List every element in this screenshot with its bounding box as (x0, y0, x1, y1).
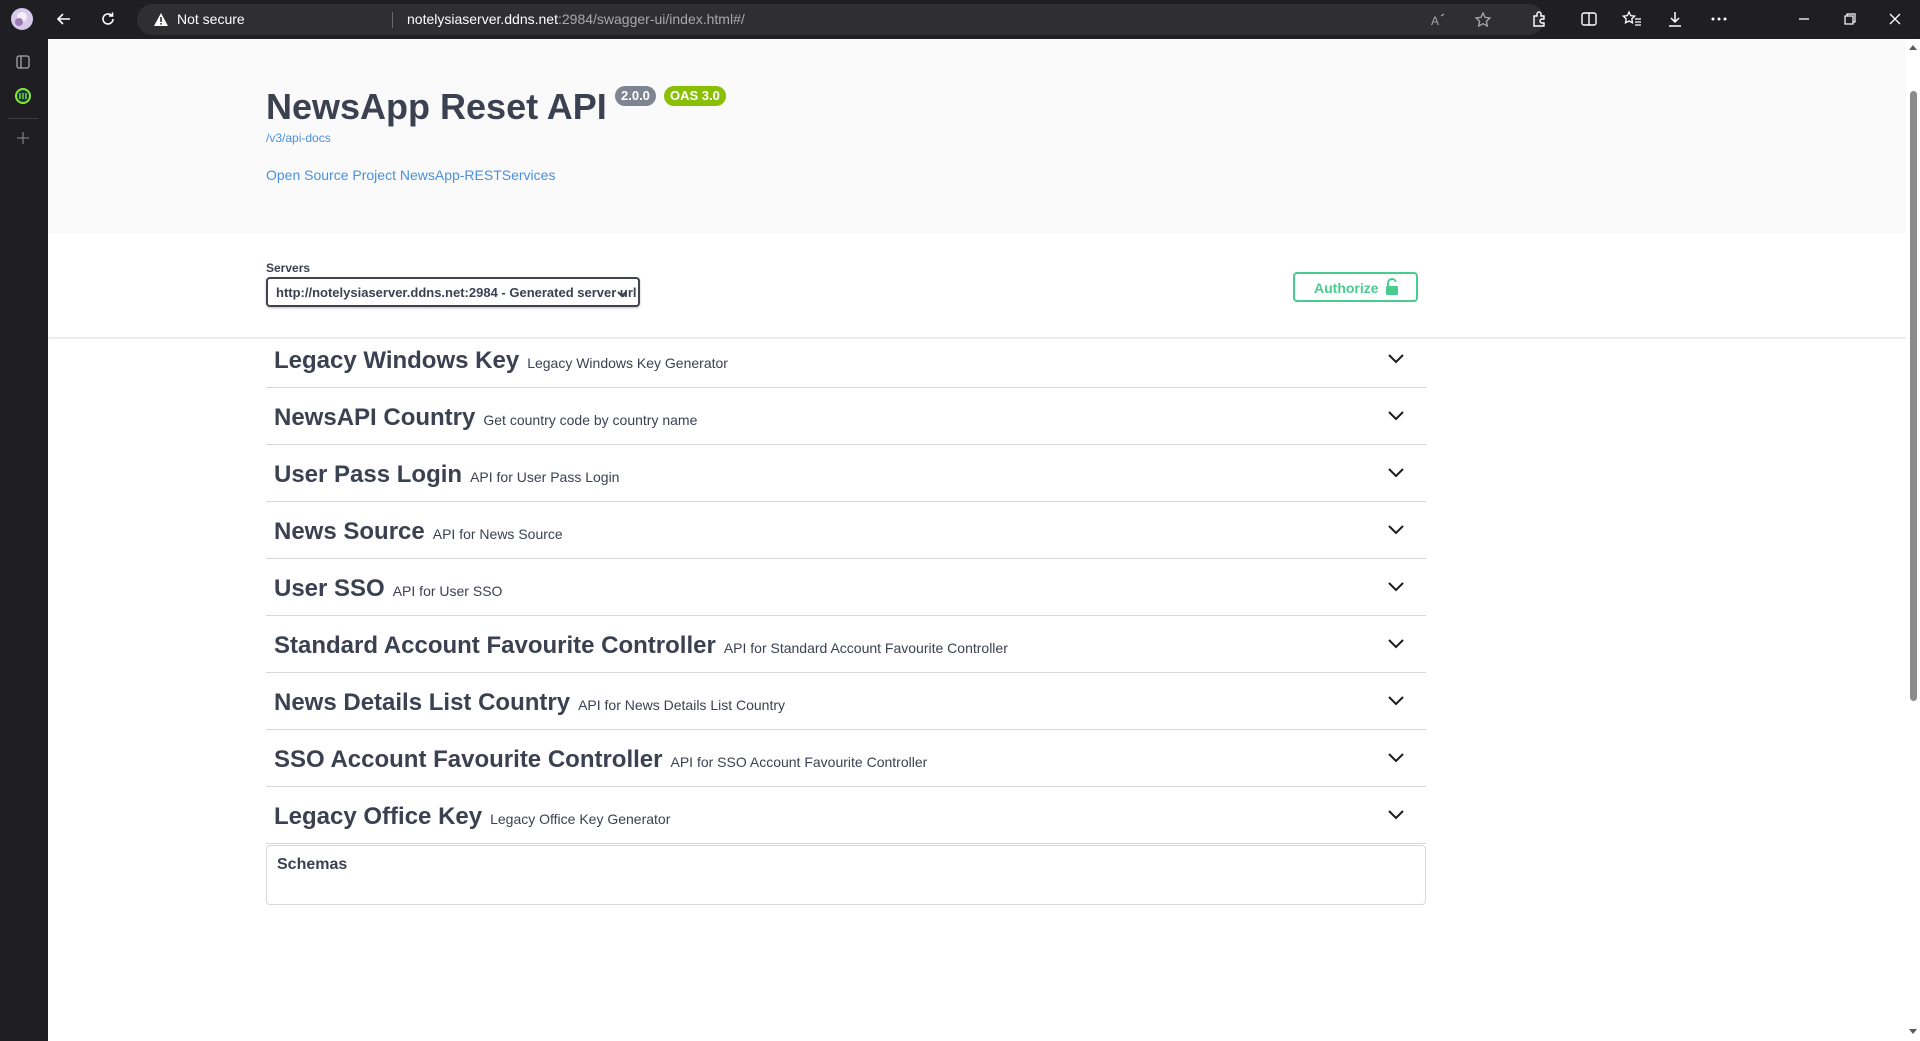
tag-name: Legacy Windows Key (274, 347, 520, 374)
server-select[interactable]: http://notelysiaserver.ddns.net:2984 - G… (266, 277, 640, 307)
expand-chevron-icon[interactable] (1386, 408, 1406, 427)
tag-name: User Pass Login (274, 461, 463, 488)
tag-description: API for User Pass Login (470, 469, 620, 485)
tag-section[interactable]: Legacy Windows Key Legacy Windows Key Gen… (266, 331, 1426, 388)
scroll-down-arrow-icon[interactable] (1909, 1029, 1917, 1034)
restore-icon[interactable] (1835, 4, 1865, 34)
authorize-label: Authorize (1314, 280, 1379, 296)
tag-title: Standard Account Favourite Controller API… (274, 632, 1008, 660)
tag-title: Legacy Windows Key Legacy Windows Key Gen… (274, 347, 728, 375)
api-docs-link[interactable]: /v3/api-docs (266, 131, 331, 145)
scrollbar-thumb[interactable] (1910, 91, 1917, 701)
tag-section[interactable]: News Details List Country API for News De… (266, 673, 1426, 730)
browser-toolbar: Not secure notelysiaserver.ddns.net:2984… (0, 0, 1920, 39)
sidebar-rail (0, 39, 48, 1041)
rail-divider (8, 118, 38, 119)
tag-description: API for News Source (432, 526, 563, 542)
tag-title: SSO Account Favourite Controller API for … (274, 746, 927, 774)
address-divider (392, 12, 393, 28)
downloads-icon[interactable] (1660, 4, 1690, 34)
tag-name: SSO Account Favourite Controller (274, 746, 663, 773)
tab-actions-icon[interactable] (10, 49, 36, 75)
scrollbar[interactable] (1906, 39, 1920, 1041)
expand-chevron-icon[interactable] (1386, 465, 1406, 484)
tag-title: Legacy Office Key Legacy Office Key Gener… (274, 803, 670, 831)
oas-badge: OAS 3.0 (664, 86, 726, 106)
url-path: :2984/swagger-ui/index.html#/ (557, 11, 745, 27)
tag-description: Legacy Windows Key Generator (527, 355, 728, 371)
new-tab-plus-icon[interactable] (10, 125, 36, 151)
warning-icon (153, 12, 169, 32)
tag-title: News Details List Country API for News De… (274, 689, 785, 717)
tag-name: News Details List Country (274, 689, 571, 716)
server-select-value: http://notelysiaserver.ddns.net:2984 - G… (276, 285, 637, 300)
back-arrow-icon[interactable] (49, 4, 79, 34)
scheme-container: Servers http://notelysiaserver.ddns.net:… (48, 233, 1906, 337)
tag-description: Legacy Office Key Generator (490, 811, 671, 827)
tag-name: News Source (274, 518, 425, 545)
expand-chevron-icon[interactable] (1386, 750, 1406, 769)
favorite-star-icon[interactable] (1472, 9, 1494, 31)
page-viewport: NewsApp Reset API 2.0.0 OAS 3.0 /v3/api-… (48, 39, 1920, 1041)
tag-name: NewsAPI Country (274, 404, 476, 431)
extensions-icon[interactable] (1524, 4, 1554, 34)
tag-description: API for User SSO (392, 583, 503, 599)
scroll-up-arrow-icon[interactable] (1909, 45, 1917, 50)
url-host: notelysiaserver.ddns.net (407, 11, 558, 27)
favorites-icon[interactable] (1617, 4, 1647, 34)
tag-section[interactable]: Standard Account Favourite Controller API… (266, 616, 1426, 673)
tag-description: Get country code by country name (483, 412, 698, 428)
chevron-down-icon (616, 287, 628, 305)
tag-description: API for Standard Account Favourite Contr… (723, 640, 1008, 656)
info-section: NewsApp Reset API 2.0.0 OAS 3.0 /v3/api-… (48, 39, 1906, 233)
version-badge: 2.0.0 (615, 86, 656, 106)
expand-chevron-icon[interactable] (1386, 807, 1406, 826)
tag-section[interactable]: Legacy Office Key Legacy Office Key Gener… (266, 787, 1426, 844)
refresh-icon[interactable] (93, 4, 123, 34)
expand-chevron-icon[interactable] (1386, 693, 1406, 712)
url-text[interactable]: notelysiaserver.ddns.net:2984/swagger-ui… (407, 11, 745, 27)
tag-description: API for News Details List Country (578, 697, 786, 713)
tag-title: NewsAPI Country Get country code by count… (274, 404, 697, 432)
tag-section[interactable]: NewsAPI Country Get country code by count… (266, 388, 1426, 445)
close-icon[interactable] (1880, 4, 1910, 34)
tag-section[interactable]: User Pass Login API for User Pass Login (266, 445, 1426, 502)
schemas-title: Schemas (277, 856, 348, 873)
tag-name: Standard Account Favourite Controller (274, 632, 716, 659)
profile-avatar[interactable] (7, 4, 37, 34)
project-link[interactable]: Open Source Project NewsApp-RESTServices (266, 167, 555, 183)
minimize-icon[interactable] (1789, 4, 1819, 34)
read-aloud-icon[interactable]: A (1427, 9, 1449, 31)
split-screen-icon[interactable] (1574, 4, 1604, 34)
expand-chevron-icon[interactable] (1386, 579, 1406, 598)
tag-name: User SSO (274, 575, 385, 602)
page-title: NewsApp Reset API (266, 86, 607, 127)
schemas-section[interactable]: Schemas (266, 845, 1426, 905)
authorize-button[interactable]: Authorize (1293, 272, 1418, 302)
tag-description: API for SSO Account Favourite Controller (670, 754, 928, 770)
unlocked-lock-icon (1385, 278, 1399, 301)
address-bar[interactable]: Not secure notelysiaserver.ddns.net:2984… (137, 4, 1544, 35)
tag-title: News Source API for News Source (274, 518, 563, 546)
tab-favicon-icon[interactable] (10, 83, 36, 109)
security-status-text[interactable]: Not secure (177, 11, 245, 27)
servers-label: Servers (266, 261, 311, 275)
expand-chevron-icon[interactable] (1386, 636, 1406, 655)
tag-section[interactable]: News Source API for News Source (266, 502, 1426, 559)
svg-text:A: A (1431, 14, 1439, 28)
expand-chevron-icon[interactable] (1386, 522, 1406, 541)
tag-section[interactable]: SSO Account Favourite Controller API for … (266, 730, 1426, 787)
tag-name: Legacy Office Key (274, 803, 483, 830)
tag-section[interactable]: User SSO API for User SSO (266, 559, 1426, 616)
expand-chevron-icon[interactable] (1386, 351, 1406, 370)
more-options-icon[interactable] (1704, 4, 1734, 34)
tag-title: User Pass Login API for User Pass Login (274, 461, 619, 489)
tag-title: User SSO API for User SSO (274, 575, 502, 603)
